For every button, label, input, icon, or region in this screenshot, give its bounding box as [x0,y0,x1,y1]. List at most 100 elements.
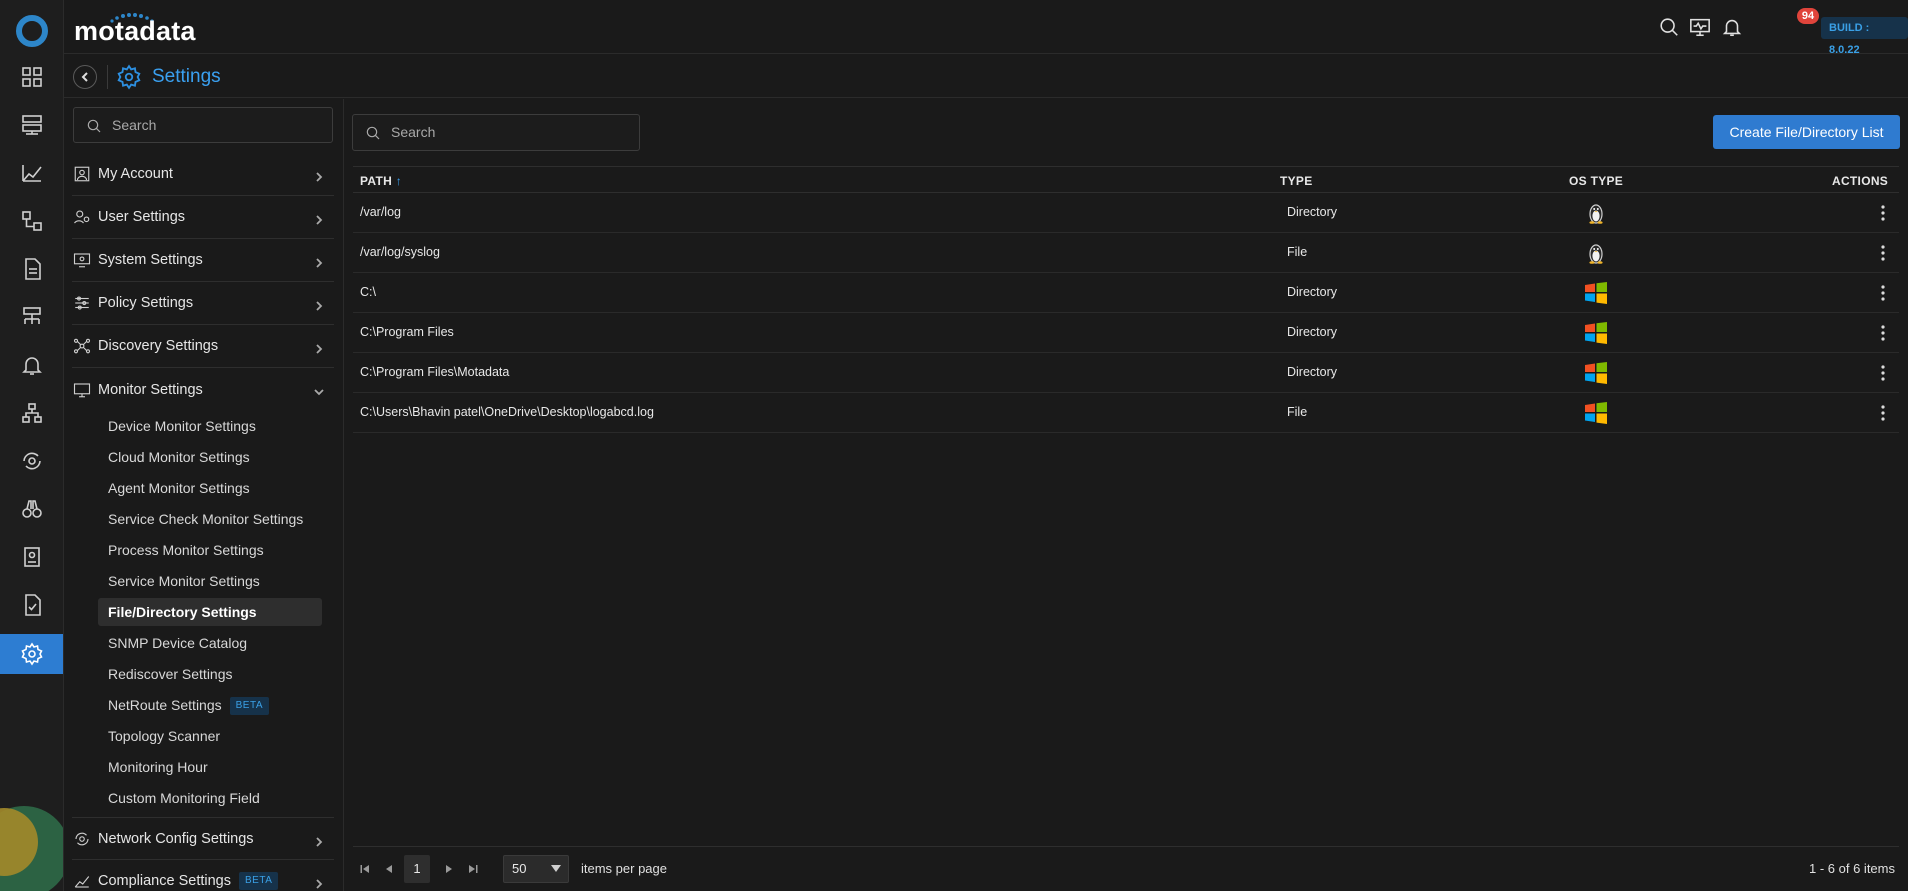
app-logo-icon[interactable] [16,15,48,47]
column-header-type[interactable]: TYPE [1280,174,1313,188]
last-page-icon[interactable] [465,861,481,877]
sidebar-item-service-monitor-settings[interactable]: Service Monitor Settings [98,567,322,595]
network-config-icon [73,830,91,848]
sidebar-group-compliance-settings[interactable]: Compliance Settings BETA [72,860,334,891]
type-cell: Directory [1287,325,1338,339]
table-row[interactable]: /var/log/syslog File [353,233,1899,273]
type-cell: File [1287,245,1308,259]
table-row[interactable]: C:\Users\Bhavin patel\OneDrive\Desktop\l… [353,393,1899,433]
chevron-right-icon [314,876,324,889]
page-title: Settings [152,66,221,87]
sidebar-item-snmp-device-catalog[interactable]: SNMP Device Catalog [98,629,322,657]
column-header-os-type[interactable]: OS TYPE [1569,174,1623,188]
sort-ascending-icon: ↑ [395,174,403,188]
sidebar-item-service-check-monitor-settings[interactable]: Service Check Monitor Settings [98,505,322,533]
row-actions-menu-icon[interactable] [1873,403,1893,423]
column-header-label: PATH [360,174,393,188]
items-per-page-select[interactable]: 50 [503,855,569,883]
dashboard-icon[interactable] [0,57,63,97]
sidebar-item-label: NetRoute Settings [108,697,222,713]
sidebar-item-process-monitor-settings[interactable]: Process Monitor Settings [98,536,322,564]
global-search-icon[interactable] [1656,14,1682,40]
metrics-explorer-icon[interactable] [0,153,63,193]
topology-flow-icon[interactable] [0,201,63,241]
sidebar-group-policy-settings[interactable]: Policy Settings [72,282,334,325]
sidebar-group-user-settings[interactable]: User Settings [72,196,334,239]
servers-icon[interactable] [0,104,63,144]
sidebar-group-monitor-settings[interactable]: Monitor Settings [72,368,334,411]
sidebar-search-input[interactable] [112,108,322,142]
path-cell: C:\ [360,285,376,299]
sidebar-item-device-monitor-settings[interactable]: Device Monitor Settings [98,412,322,440]
next-page-icon[interactable] [441,861,457,877]
sidebar-item-cloud-monitor-settings[interactable]: Cloud Monitor Settings [98,443,322,471]
user-settings-icon [73,208,91,226]
automation-icon[interactable] [0,441,63,481]
sidebar-group-discovery-settings[interactable]: Discovery Settings [72,325,334,368]
table-row[interactable]: /var/log Directory [353,193,1899,233]
sidebar-group-label: Monitor Settings [98,381,203,398]
path-cell: C:\Users\Bhavin patel\OneDrive\Desktop\l… [360,405,654,419]
chevron-left-icon [81,72,88,82]
type-cell: Directory [1287,205,1338,219]
sidebar-search-box [73,107,333,143]
discovery-icon [73,337,91,355]
settings-sidebar: My Account User Settings System Settings… [64,99,344,891]
account-icon [73,165,91,183]
brand-logo[interactable]: motadata [74,16,196,47]
table-row[interactable]: C:\Program Files Directory [353,313,1899,353]
back-button[interactable] [73,65,97,89]
sidebar-group-network-config-settings[interactable]: Network Config Settings [72,817,334,860]
monitor-health-icon[interactable] [1687,14,1713,40]
type-cell: File [1287,405,1308,419]
reports-icon[interactable] [0,249,63,289]
items-per-page-value: 50 [512,861,527,876]
network-devices-icon[interactable] [0,297,63,337]
row-actions-menu-icon[interactable] [1873,203,1893,223]
compliance-checklist-icon[interactable] [0,585,63,625]
row-actions-menu-icon[interactable] [1873,323,1893,343]
sidebar-item-netroute-settings[interactable]: NetRoute Settings BETA [98,691,322,719]
file-directory-table: PATH ↑ TYPE OS TYPE ACTIONS /var/log Dir… [353,166,1899,433]
linux-icon [1584,241,1608,265]
table-row[interactable]: C:\Program Files\Motadata Directory [353,353,1899,393]
sidebar-group-label: Policy Settings [98,295,194,311]
chevron-down-icon [314,384,324,396]
path-cell: /var/log [360,205,401,219]
column-header-path[interactable]: PATH ↑ [360,174,402,188]
path-cell: C:\Program Files [360,325,454,339]
table-header: PATH ↑ TYPE OS TYPE ACTIONS [353,166,1899,193]
column-header-actions: ACTIONS [1832,174,1889,188]
search-icon [87,119,101,133]
path-cell: C:\Program Files\Motadata [360,365,510,379]
sidebar-item-topology-scanner[interactable]: Topology Scanner [98,722,322,750]
settings-gear-icon[interactable] [0,634,63,674]
notification-count-badge: 94 [1797,8,1819,24]
sidebar-group-system-settings[interactable]: System Settings [72,239,334,282]
row-actions-menu-icon[interactable] [1873,243,1893,263]
current-page-button[interactable]: 1 [404,855,430,883]
system-settings-icon [73,251,91,269]
windows-icon [1584,281,1608,305]
previous-page-icon[interactable] [381,861,397,877]
alerts-bell-icon[interactable] [0,345,63,385]
sidebar-group-label: System Settings [98,252,203,268]
first-page-icon[interactable] [357,861,373,877]
notifications-bell-icon[interactable] [1719,14,1745,40]
compliance-icon [73,872,91,890]
hierarchy-icon[interactable] [0,393,63,433]
sidebar-group-my-account[interactable]: My Account [72,153,334,196]
table-search-input[interactable] [391,115,601,149]
sidebar-item-file-directory-settings[interactable]: File/Directory Settings [98,598,322,626]
path-cell: /var/log/syslog [360,245,440,259]
table-row[interactable]: C:\ Directory [353,273,1899,313]
create-file-directory-list-button[interactable]: Create File/Directory List [1713,115,1900,149]
row-actions-menu-icon[interactable] [1873,363,1893,383]
audit-icon[interactable] [0,537,63,577]
sidebar-item-agent-monitor-settings[interactable]: Agent Monitor Settings [98,474,322,502]
row-actions-menu-icon[interactable] [1873,283,1893,303]
sidebar-item-monitoring-hour[interactable]: Monitoring Hour [98,753,322,781]
sidebar-item-rediscover-settings[interactable]: Rediscover Settings [98,660,322,688]
binoculars-icon[interactable] [0,489,63,529]
sidebar-item-custom-monitoring-field[interactable]: Custom Monitoring Field [98,784,322,812]
